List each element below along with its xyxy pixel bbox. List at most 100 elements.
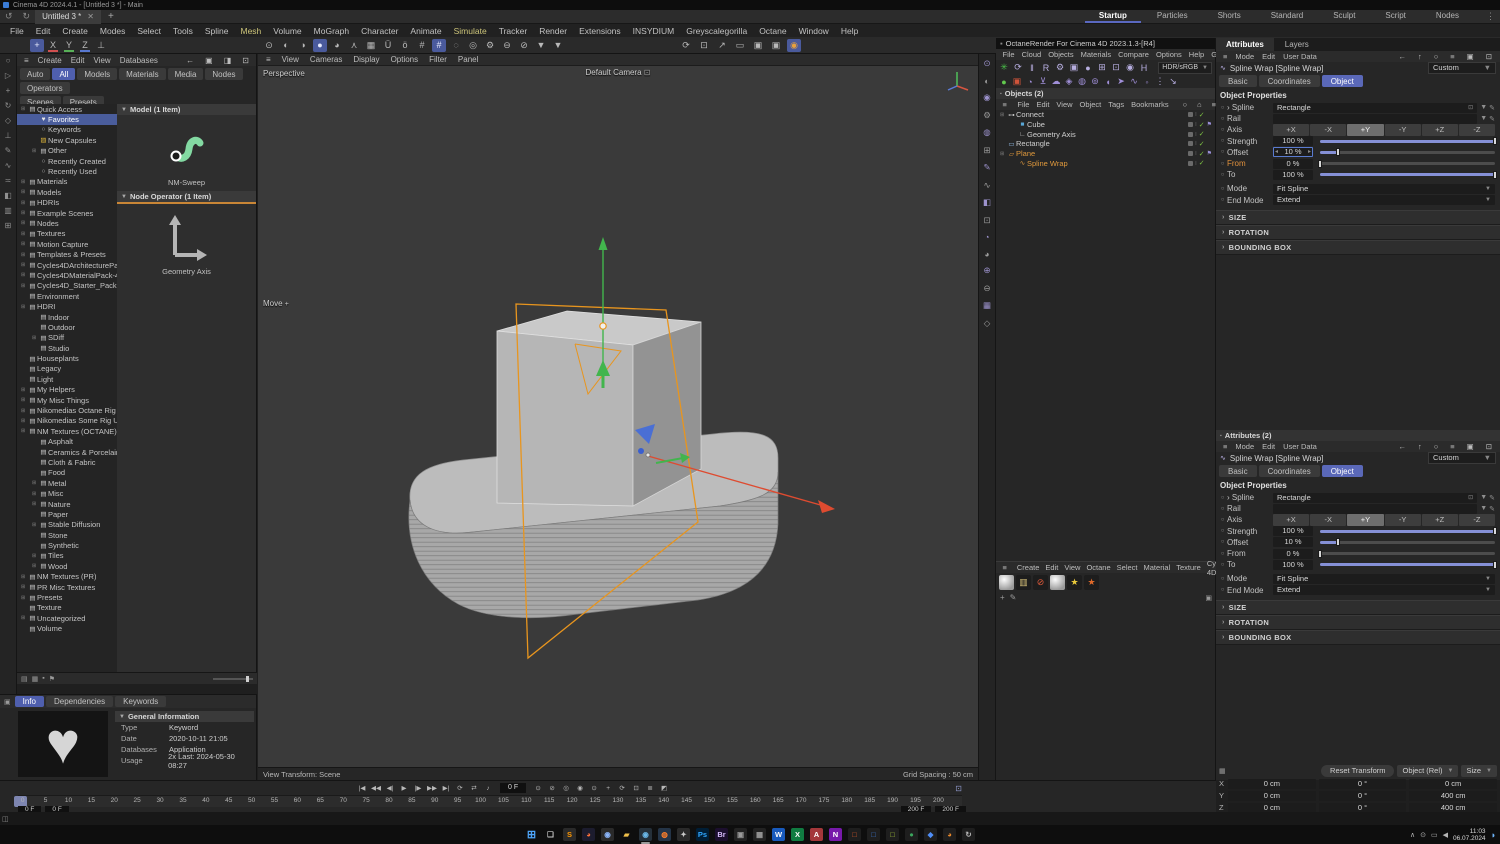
- octane-menu-item[interactable]: Objects: [1045, 50, 1077, 59]
- asset-menu-item[interactable]: View: [89, 56, 114, 65]
- tree-item[interactable]: ⊞▤Nikomedias Some Rig Ultim: [17, 416, 117, 426]
- from-field[interactable]: 0 %: [1273, 548, 1313, 559]
- octane-sidebar-icon[interactable]: ⊞: [983, 145, 990, 156]
- layout-tab[interactable]: Startup: [1084, 10, 1141, 23]
- axis-option[interactable]: +X: [1273, 123, 1310, 136]
- tree-item[interactable]: ⊞▨New Capsules: [17, 135, 117, 145]
- tool-icon[interactable]: ▷: [5, 71, 11, 80]
- preset-dropdown[interactable]: Custom ▼: [1428, 452, 1496, 464]
- redo-arrow-icon[interactable]: ↻: [18, 11, 36, 22]
- expander-icon[interactable]: ⊞: [21, 200, 28, 206]
- material-menu-item[interactable]: Texture: [1173, 563, 1204, 572]
- anim-dot-icon[interactable]: ○: [1218, 127, 1227, 133]
- material-menu-item[interactable]: Create: [1014, 563, 1043, 572]
- position-field[interactable]: 0 cm: [1228, 802, 1316, 813]
- menu-mode[interactable]: Mode: [1231, 52, 1258, 61]
- chevron-down-icon[interactable]: ▼: [1480, 494, 1487, 502]
- tree-item[interactable]: ⊞♥Favorites: [17, 114, 117, 125]
- anim-dot-icon[interactable]: ○: [1218, 116, 1227, 122]
- coord-mode-dropdown[interactable]: Object (Rel) ▼: [1397, 764, 1459, 777]
- tree-item[interactable]: ⊞▤Houseplants: [17, 353, 117, 363]
- offset-slider[interactable]: [1320, 148, 1495, 157]
- octane-toolbar-icon[interactable]: ▣: [1069, 62, 1079, 73]
- expander-icon[interactable]: ⊞: [21, 428, 28, 434]
- anim-dot-icon[interactable]: ○: [1218, 149, 1227, 155]
- toolbar-button[interactable]: ●: [313, 38, 327, 52]
- octane-toolbar-icon[interactable]: ◍: [1077, 76, 1087, 87]
- tree-item[interactable]: ⊞ ▤ Other: [17, 146, 117, 156]
- object-tree-row[interactable]: ⊞∟Geometry Axis∶✓⚑: [996, 129, 1215, 139]
- tree-item[interactable]: ⊞ ▤ SDiff: [17, 333, 117, 343]
- size-field[interactable]: 0 cm: [1409, 778, 1498, 789]
- taskbar-app-icon[interactable]: □: [848, 828, 861, 841]
- octane-toolbar-icon[interactable]: ➤: [1116, 76, 1126, 87]
- visibility-dots[interactable]: ∶: [1195, 131, 1197, 138]
- octane-sidebar-icon[interactable]: ▦: [983, 300, 991, 311]
- viewport-menu-item[interactable]: Filter: [424, 55, 452, 64]
- to-field[interactable]: 100 %: [1273, 169, 1313, 180]
- material-menu-item[interactable]: Octane: [1083, 563, 1113, 572]
- chevron-down-icon[interactable]: ▼: [1480, 115, 1487, 123]
- octane-toolbar-icon[interactable]: ◦: [1142, 77, 1152, 87]
- object-tree-row[interactable]: ⊞ ▱ Plane ∶ ✓ ⚑: [996, 149, 1215, 159]
- material-menu-item[interactable]: Material: [1141, 563, 1174, 572]
- octane-toolbar-icon[interactable]: ⚙: [1055, 62, 1065, 73]
- colorspace-dropdown[interactable]: HDR/sRGB ▼: [1158, 61, 1212, 74]
- taskbar-app-icon[interactable]: ◕: [943, 828, 956, 841]
- expander-icon[interactable]: ⊞: [21, 210, 28, 216]
- record-button[interactable]: ◩: [657, 783, 671, 793]
- toolbar-button[interactable]: ▦: [364, 39, 378, 52]
- add-material-button[interactable]: +: [1000, 593, 1005, 602]
- tree-item[interactable]: ⊞ ▤ Tiles: [17, 551, 117, 561]
- slider-knob[interactable]: [1318, 159, 1322, 168]
- rotation-field[interactable]: 0 °: [1318, 778, 1407, 789]
- axis-option[interactable]: -Z: [1458, 123, 1496, 136]
- taskbar-app-icon[interactable]: ✦: [677, 828, 690, 841]
- collapsed-section[interactable]: › BOUNDING BOX: [1216, 629, 1500, 645]
- expander-icon[interactable]: ⊞: [21, 574, 28, 580]
- viewport-menu-item[interactable]: View: [277, 55, 304, 64]
- spinner-left-icon[interactable]: ◂: [1275, 147, 1278, 157]
- toolbar-button[interactable]: X: [46, 39, 60, 52]
- octane-toolbar-icon[interactable]: H: [1139, 63, 1149, 73]
- taskbar-app-icon[interactable]: ◍: [658, 828, 671, 841]
- octane-toolbar-icon[interactable]: ✳: [999, 62, 1009, 73]
- tree-item[interactable]: ⊞▤Environment: [17, 291, 117, 301]
- camera-label[interactable]: Default Camera ⊡: [258, 68, 978, 77]
- tab-object[interactable]: Object: [1321, 465, 1363, 477]
- slider-knob[interactable]: [1335, 538, 1340, 547]
- layer-chip[interactable]: [1188, 141, 1194, 147]
- anim-dot-icon[interactable]: ○: [1218, 506, 1227, 512]
- record-button[interactable]: ≣: [643, 783, 657, 793]
- offset-field[interactable]: 10 %: [1273, 537, 1313, 548]
- toolbar-button[interactable]: ⊡: [697, 39, 711, 52]
- expander-icon[interactable]: ⊞: [21, 252, 28, 258]
- back-icon[interactable]: ←: [1394, 442, 1410, 451]
- tree-item[interactable]: ⊞ ▤ Templates & Presets: [17, 249, 117, 259]
- tree-item[interactable]: ⊞▤Food: [17, 468, 117, 478]
- tree-item[interactable]: ⊞▤Nikomedias Octane Rig Pro: [17, 405, 117, 415]
- octane-toolbar-icon[interactable]: ◉: [1125, 62, 1135, 73]
- hamburger-icon[interactable]: ≡: [1219, 442, 1231, 451]
- expander-icon[interactable]: ⊞: [21, 615, 28, 621]
- toolbar-button[interactable]: #: [432, 38, 446, 52]
- tray-icon[interactable]: ⊙: [1420, 831, 1426, 839]
- toolbar-button[interactable]: ◑: [296, 39, 310, 52]
- layer-chip[interactable]: [1188, 131, 1194, 137]
- popout-icon[interactable]: ⊡: [1482, 52, 1496, 61]
- current-frame-field[interactable]: 0 F: [500, 783, 527, 793]
- menu-edit[interactable]: Edit: [1258, 442, 1279, 451]
- object-tree-row[interactable]: ⊞∿Spline Wrap∶✓⚑: [996, 158, 1215, 168]
- menu-edit[interactable]: Edit: [1258, 52, 1279, 61]
- anim-dot-icon[interactable]: ○: [1218, 105, 1227, 111]
- slider-knob[interactable]: [1318, 549, 1322, 558]
- tree-item[interactable]: ⊞ ▤ Metal: [17, 478, 117, 488]
- hamburger-icon[interactable]: ≡: [1219, 52, 1231, 61]
- octane-menu-item[interactable]: Compare: [1115, 50, 1153, 59]
- chevron-down-icon[interactable]: ▼: [1480, 505, 1487, 513]
- tree-item[interactable]: ⊞ ▤ Cycles4DMaterialPack-4K: [17, 270, 117, 280]
- objects-menu-item[interactable]: Edit: [1033, 100, 1053, 109]
- octane-sidebar-icon[interactable]: ∿: [983, 180, 990, 191]
- toolbar-button[interactable]: ▭: [733, 39, 747, 52]
- model-thumbnail[interactable]: [117, 116, 256, 178]
